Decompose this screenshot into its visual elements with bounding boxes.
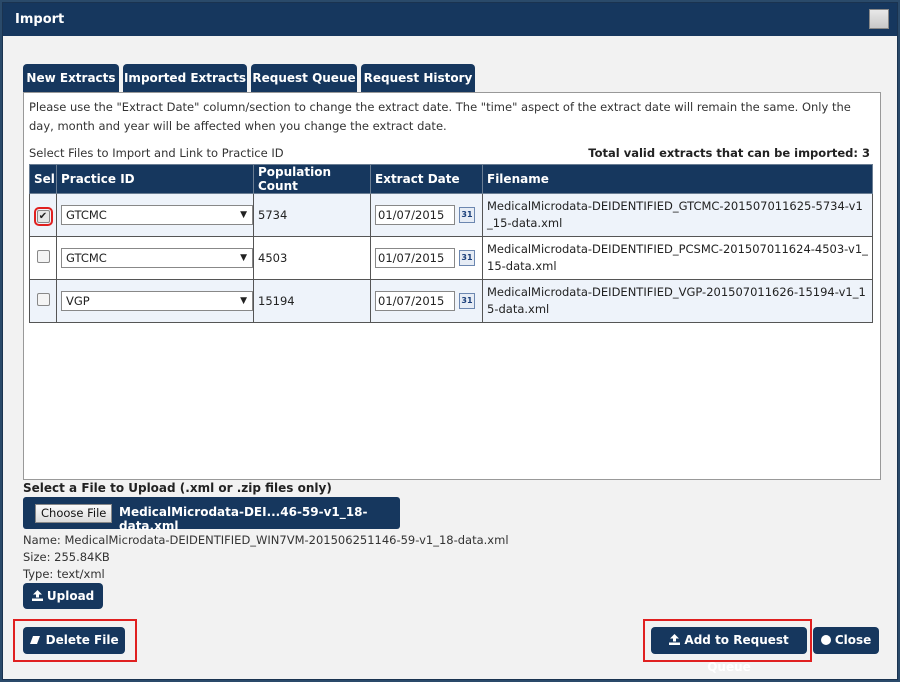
tab-request-queue[interactable]: Request Queue xyxy=(251,64,357,92)
extracts-table: Sel Practice ID Population Count Extract… xyxy=(29,164,873,323)
chevron-down-icon: ▼ xyxy=(240,210,247,220)
file-name-info: Name: MedicalMicrodata-DEIDENTIFIED_WIN7… xyxy=(23,533,509,547)
extract-date-input[interactable]: 01/07/2015 xyxy=(375,248,455,268)
table-row: VGP ▼ 15194 01/07/2015 31 MedicalMicrodata… xyxy=(29,279,873,323)
tab-new-extracts[interactable]: New Extracts xyxy=(23,64,119,92)
filename-text: MedicalMicrodata-DEIDENTIFIED_GTCMC-2015… xyxy=(487,199,863,230)
extract-date-input[interactable]: 01/07/2015 xyxy=(375,291,455,311)
population-count: 5734 xyxy=(253,193,371,237)
add-queue-label: Add to Request Queue xyxy=(684,633,789,674)
delete-file-label: Delete File xyxy=(45,633,119,647)
extract-date-input[interactable]: 01/07/2015 xyxy=(375,205,455,225)
select-files-label: Select Files to Import and Link to Pract… xyxy=(29,146,284,160)
table-row: ✔ GTCMC ▼ 5734 01/07/2015 31 MedicalMicrod… xyxy=(29,193,873,237)
choose-file-button[interactable]: Choose File xyxy=(35,504,113,523)
delete-file-button[interactable]: Delete File xyxy=(23,627,125,654)
upload-icon xyxy=(669,634,681,645)
header-extract-date[interactable]: Extract Date xyxy=(370,164,483,194)
new-extracts-panel: Please use the "Extract Date" column/sec… xyxy=(23,92,881,480)
calendar-icon[interactable]: 31 xyxy=(459,250,475,266)
filename-text: MedicalMicrodata-DEIDENTIFIED_VGP-201507… xyxy=(487,285,866,316)
row-select-checkbox[interactable] xyxy=(36,250,50,263)
dialog-title: Import xyxy=(15,12,65,27)
tab-request-history[interactable]: Request History xyxy=(361,64,475,92)
calendar-icon[interactable]: 31 xyxy=(459,293,475,309)
population-count: 4503 xyxy=(253,236,371,280)
chevron-down-icon: ▼ xyxy=(240,296,247,306)
import-dialog: Import New Extracts Imported Extracts Re… xyxy=(2,2,898,680)
header-filename[interactable]: Filename xyxy=(482,164,873,194)
close-button-label: Close xyxy=(834,633,872,647)
file-picker-bar: Choose File MedicalMicrodata-DEI...46-59… xyxy=(23,497,400,533)
header-practice-id[interactable]: Practice ID xyxy=(56,164,254,194)
row-select-checkbox[interactable] xyxy=(36,293,50,306)
header-population-count[interactable]: Population Count xyxy=(253,164,371,194)
add-to-request-queue-button[interactable]: Add to Request Queue xyxy=(651,627,807,674)
tab-imported-extracts[interactable]: Imported Extracts xyxy=(123,64,247,92)
file-size-info: Size: 255.84KB xyxy=(23,550,110,564)
chevron-down-icon: ▼ xyxy=(240,253,247,263)
extract-date-notice: Please use the "Extract Date" column/sec… xyxy=(29,100,851,133)
chosen-file-name: MedicalMicrodata-DEI...46-59-v1_18-data.… xyxy=(119,505,368,533)
upload-icon xyxy=(31,590,43,601)
practice-id-select[interactable]: VGP ▼ xyxy=(61,291,253,311)
dialog-close-icon[interactable] xyxy=(869,9,889,29)
table-row: GTCMC ▼ 4503 01/07/2015 31 MedicalMicrodat… xyxy=(29,236,873,280)
filename-text: MedicalMicrodata-DEIDENTIFIED_PCSMC-2015… xyxy=(487,242,868,273)
row-select-checkbox[interactable]: ✔ xyxy=(33,206,53,226)
upload-button-label: Upload xyxy=(46,589,95,603)
calendar-icon[interactable]: 31 xyxy=(459,207,475,223)
close-circle-icon xyxy=(820,635,831,645)
eraser-icon xyxy=(30,636,41,644)
practice-id-select[interactable]: GTCMC ▼ xyxy=(61,248,253,268)
close-button[interactable]: Close xyxy=(813,627,879,654)
practice-id-select[interactable]: GTCMC ▼ xyxy=(61,205,253,225)
total-valid-extracts: Total valid extracts that can be importe… xyxy=(588,146,870,160)
header-sel[interactable]: Sel xyxy=(29,164,57,194)
upload-button[interactable]: Upload xyxy=(23,583,103,609)
dialog-titlebar: Import xyxy=(3,3,897,36)
upload-section-label: Select a File to Upload (.xml or .zip fi… xyxy=(23,481,332,495)
file-type-info: Type: text/xml xyxy=(23,567,105,581)
population-count: 15194 xyxy=(253,279,371,323)
